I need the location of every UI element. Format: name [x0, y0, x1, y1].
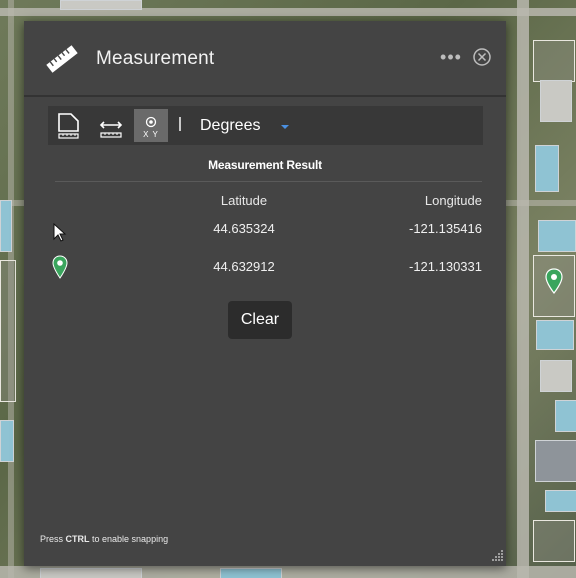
resize-handle-icon[interactable]	[490, 548, 504, 562]
location-tool-button[interactable]: X Y	[134, 109, 168, 142]
map-building	[545, 490, 576, 512]
close-icon[interactable]	[472, 47, 492, 67]
widget-title: Measurement	[96, 48, 215, 69]
toolbar-separator	[179, 117, 181, 131]
snapping-hint-suffix: to enable snapping	[89, 534, 169, 544]
map-building	[40, 568, 142, 578]
more-options-icon[interactable]: •••	[440, 47, 462, 67]
longitude-value: -121.135416	[408, 221, 482, 236]
result-row: 44.635324 -121.135416	[24, 221, 506, 245]
map-lot	[0, 260, 16, 402]
snapping-hint-prefix: Press	[40, 534, 66, 544]
location-tool-label: X Y	[143, 130, 159, 139]
unit-dropdown[interactable]: Degrees	[200, 114, 310, 138]
map-building	[540, 80, 572, 122]
ruler-icon	[46, 45, 78, 73]
cursor-icon	[53, 223, 67, 242]
map-building	[0, 200, 12, 252]
snapping-hint-key: CTRL	[65, 534, 90, 544]
map-building	[535, 440, 576, 482]
map-lot	[533, 40, 575, 82]
map-building	[555, 400, 576, 432]
map-location-pin-icon[interactable]	[545, 268, 563, 294]
map-building	[220, 568, 282, 578]
area-tool-button[interactable]	[52, 109, 86, 142]
measure-toolbar: X Y Degrees	[48, 106, 483, 145]
longitude-column-header: Longitude	[424, 193, 482, 208]
map-building	[60, 0, 142, 10]
latitude-value: 44.635324	[213, 221, 275, 236]
latitude-value: 44.632912	[213, 259, 275, 274]
latitude-column-header: Latitude	[220, 193, 268, 208]
result-row: 44.632912 -121.130331	[24, 255, 506, 283]
longitude-value: -121.130331	[408, 259, 482, 274]
snapping-hint: Press CTRL to enable snapping	[40, 534, 168, 544]
measurement-widget: Measurement ••• X Y Degrees Measurement …	[24, 21, 506, 566]
map-building	[535, 145, 559, 192]
map-building	[538, 220, 576, 252]
chevron-down-icon	[281, 125, 289, 129]
map-road	[517, 0, 529, 578]
header-divider	[24, 95, 506, 97]
clear-button[interactable]: Clear	[228, 301, 292, 339]
pin-icon	[52, 255, 68, 279]
distance-measure-icon	[99, 121, 123, 138]
result-title: Measurement Result	[208, 158, 322, 172]
unit-dropdown-value: Degrees	[200, 117, 261, 134]
map-building	[0, 420, 14, 462]
map-lot	[533, 520, 575, 562]
area-measure-icon	[58, 113, 79, 139]
map-building	[540, 360, 572, 392]
result-divider	[55, 181, 482, 182]
map-building	[536, 320, 574, 350]
widget-header[interactable]: Measurement •••	[24, 21, 506, 96]
distance-tool-button[interactable]	[94, 109, 128, 142]
